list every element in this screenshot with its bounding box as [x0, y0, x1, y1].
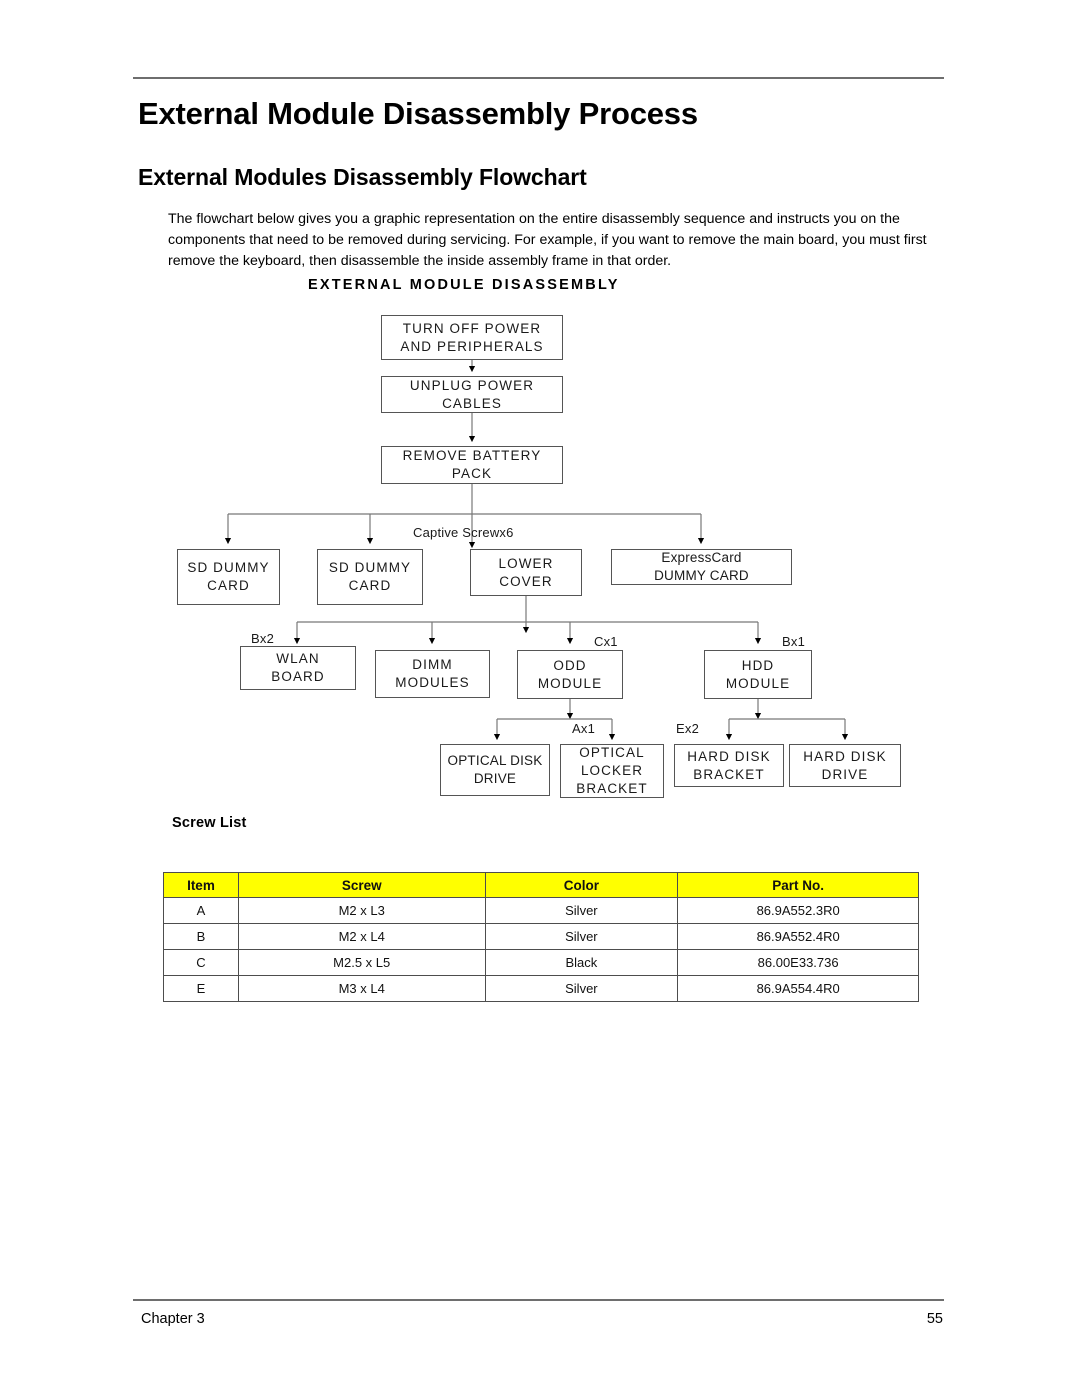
flow-node-optical-locker-bracket: OPTICAL LOCKER BRACKET	[560, 744, 664, 798]
table-row: C M2.5 x L5 Black 86.00E33.736	[163, 949, 919, 976]
node-line-1: REMOVE BATTERY	[402, 448, 542, 463]
screw-list-title: Screw List	[172, 815, 247, 831]
cell-screw: M2 x L3	[237, 897, 486, 924]
node-line-1: ODD	[553, 657, 587, 673]
flow-node-hdd-module: HDD MODULE	[704, 650, 812, 699]
cell-part-no: 86.9A552.3R0	[677, 897, 919, 924]
section-heading: External Modules Disassembly Flowchart	[138, 164, 587, 190]
node-line-1: SD DUMMY	[328, 560, 412, 575]
node-line-1: HARD DISK	[803, 748, 887, 764]
node-line-2: BRACKET	[693, 766, 765, 782]
flow-node-hard-disk-bracket: HARD DISK BRACKET	[674, 744, 784, 787]
column-header-color: Color	[484, 872, 679, 898]
node-line-1: TURN OFF POWER	[402, 320, 542, 336]
node-line-2: MODULE	[537, 675, 603, 691]
table-header-row: Item Screw Color Part No.	[163, 872, 919, 898]
flow-node-wlan-board: WLAN BOARD	[240, 646, 356, 690]
edge-label-cx1: Cx1	[594, 634, 618, 649]
table-row: E M3 x L4 Silver 86.9A554.4R0	[163, 975, 919, 1002]
node-line-1: UNPLUG POWER	[409, 377, 535, 393]
footer-chapter: Chapter 3	[141, 1311, 205, 1327]
cell-color: Silver	[484, 897, 679, 924]
cell-part-no: 86.9A554.4R0	[677, 975, 919, 1002]
node-line-2: AND PERIPHERALS	[400, 338, 544, 354]
cell-item: E	[163, 975, 239, 1002]
screw-list-table: Item Screw Color Part No. A M2 x L3 Silv…	[163, 872, 919, 1002]
cell-screw: M3 x L4	[237, 975, 486, 1002]
node-line-2: PACK	[451, 466, 493, 481]
table-row: B M2 x L4 Silver 86.9A552.4R0	[163, 923, 919, 950]
edge-label-captive-screw: Captive Screwx6	[413, 525, 514, 540]
node-line-1: SD DUMMY	[187, 560, 270, 575]
node-line-2: COVER	[499, 573, 553, 589]
node-line-1: OPTICAL	[579, 745, 645, 760]
cell-item: B	[163, 923, 239, 950]
flow-node-hard-disk-drive: HARD DISK DRIVE	[789, 744, 901, 787]
node-line-2: MODULE	[725, 675, 791, 691]
node-line-2: DRIVE	[821, 766, 869, 782]
flow-node-turn-off-power: TURN OFF POWER AND PERIPHERALS	[381, 315, 563, 360]
edge-label-bx1: Bx1	[782, 634, 806, 649]
node-line-2: DRIVE	[473, 771, 517, 786]
cell-color: Black	[484, 949, 679, 976]
page-title: External Module Disassembly Process	[138, 96, 698, 131]
cell-item: C	[163, 949, 239, 976]
node-line-2: MODULES	[395, 675, 470, 690]
flow-node-dimm-modules: DIMM MODULES	[375, 650, 490, 698]
column-header-screw: Screw	[237, 872, 486, 898]
cell-screw: M2.5 x L5	[237, 949, 486, 976]
cell-part-no: 86.00E33.736	[677, 949, 919, 976]
edge-label-ax1: Ax1	[572, 721, 596, 736]
cell-item: A	[163, 897, 239, 924]
node-line-2: BOARD	[271, 669, 325, 684]
node-line-1: DIMM	[412, 657, 453, 672]
column-header-item: Item	[163, 872, 239, 898]
edge-label-ex2: Ex2	[676, 721, 700, 736]
document-page: External Module Disassembly Process Exte…	[0, 0, 1080, 1397]
table-row: A M2 x L3 Silver 86.9A552.3R0	[163, 897, 919, 924]
flow-node-sd-dummy-card-1: SD DUMMY CARD	[177, 549, 280, 605]
cell-part-no: 86.9A552.4R0	[677, 923, 919, 950]
node-line-2: DUMMY CARD	[654, 568, 749, 583]
flow-node-sd-dummy-card-2: SD DUMMY CARD	[317, 549, 423, 605]
edge-label-bx2: Bx2	[251, 631, 275, 646]
flow-node-optical-disk-drive: OPTICAL DISK DRIVE	[440, 744, 550, 796]
node-line-1: HDD	[741, 657, 775, 673]
flow-node-remove-battery: REMOVE BATTERY PACK	[381, 446, 563, 484]
intro-paragraph: The flowchart below gives you a graphic …	[168, 211, 927, 269]
node-line-2: LOCKER	[580, 763, 644, 778]
node-line-1: LOWER	[498, 555, 554, 571]
cell-color: Silver	[484, 975, 679, 1002]
node-line-2: CABLES	[442, 395, 502, 411]
header-rule	[133, 77, 944, 79]
node-line-1: HARD DISK	[687, 748, 771, 764]
cell-screw: M2 x L4	[237, 923, 486, 950]
cell-color: Silver	[484, 923, 679, 950]
flow-node-lower-cover: LOWER COVER	[470, 549, 582, 596]
footer-page-number: 55	[926, 1311, 943, 1327]
node-line-1: OPTICAL DISK	[447, 753, 543, 768]
flowchart-title: EXTERNAL MODULE DISASSEMBLY	[308, 277, 620, 293]
column-header-part-no: Part No.	[677, 872, 919, 898]
flow-node-unplug-power: UNPLUG POWER CABLES	[381, 376, 563, 413]
footer-rule	[133, 1299, 944, 1301]
node-line-2: CARD	[348, 578, 392, 593]
flow-node-odd-module: ODD MODULE	[517, 650, 623, 699]
node-line-3: BRACKET	[576, 781, 648, 796]
node-line-1: ExpressCard	[661, 550, 742, 565]
flow-node-expresscard-dummy-card: ExpressCard DUMMY CARD	[611, 549, 792, 585]
node-line-2: CARD	[207, 578, 250, 593]
node-line-1: WLAN	[276, 651, 320, 666]
